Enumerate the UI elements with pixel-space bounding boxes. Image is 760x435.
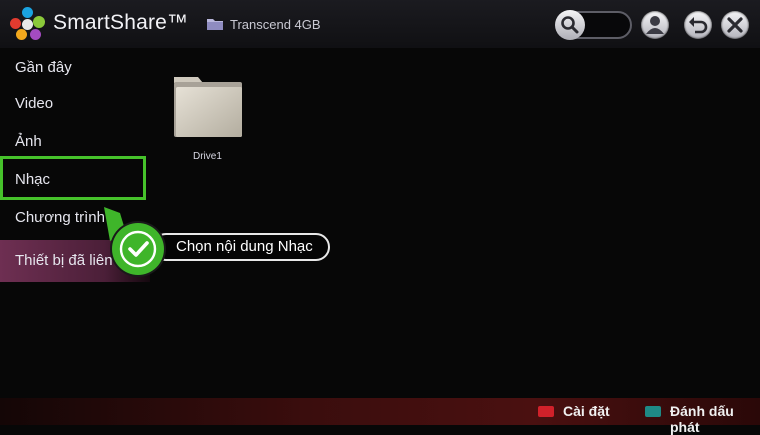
bookmark-play-button[interactable]: Đánh dấu phát bbox=[670, 403, 760, 435]
settings-button[interactable]: Cài đặt bbox=[563, 403, 610, 419]
instruction-callout: Chọn nội dung Nhạc bbox=[112, 223, 330, 275]
callout-text: Chọn nội dung Nhạc bbox=[176, 238, 313, 255]
green-key-icon bbox=[645, 406, 661, 417]
top-bar: SmartShare™ Transcend 4GB bbox=[0, 0, 760, 48]
folder-label: Drive1 bbox=[193, 151, 222, 162]
sidebar-item-photo[interactable]: Ảnh bbox=[0, 124, 150, 160]
close-icon[interactable] bbox=[721, 11, 749, 39]
device-label: Transcend 4GB bbox=[230, 17, 321, 32]
sidebar-item-video[interactable]: Video bbox=[0, 86, 150, 122]
red-key-icon bbox=[538, 406, 554, 417]
folder-icon[interactable] bbox=[172, 73, 244, 139]
sidebar-item-recent[interactable]: Gần đây bbox=[0, 50, 150, 86]
search-icon[interactable] bbox=[555, 10, 585, 40]
smartshare-logo-icon bbox=[10, 7, 46, 41]
user-icon[interactable] bbox=[641, 11, 669, 39]
music-highlight-box bbox=[0, 156, 146, 200]
app-title: SmartShare™ bbox=[53, 11, 189, 34]
usb-folder-icon bbox=[207, 19, 223, 30]
checkmark-icon bbox=[112, 223, 164, 275]
back-icon[interactable] bbox=[684, 11, 712, 39]
